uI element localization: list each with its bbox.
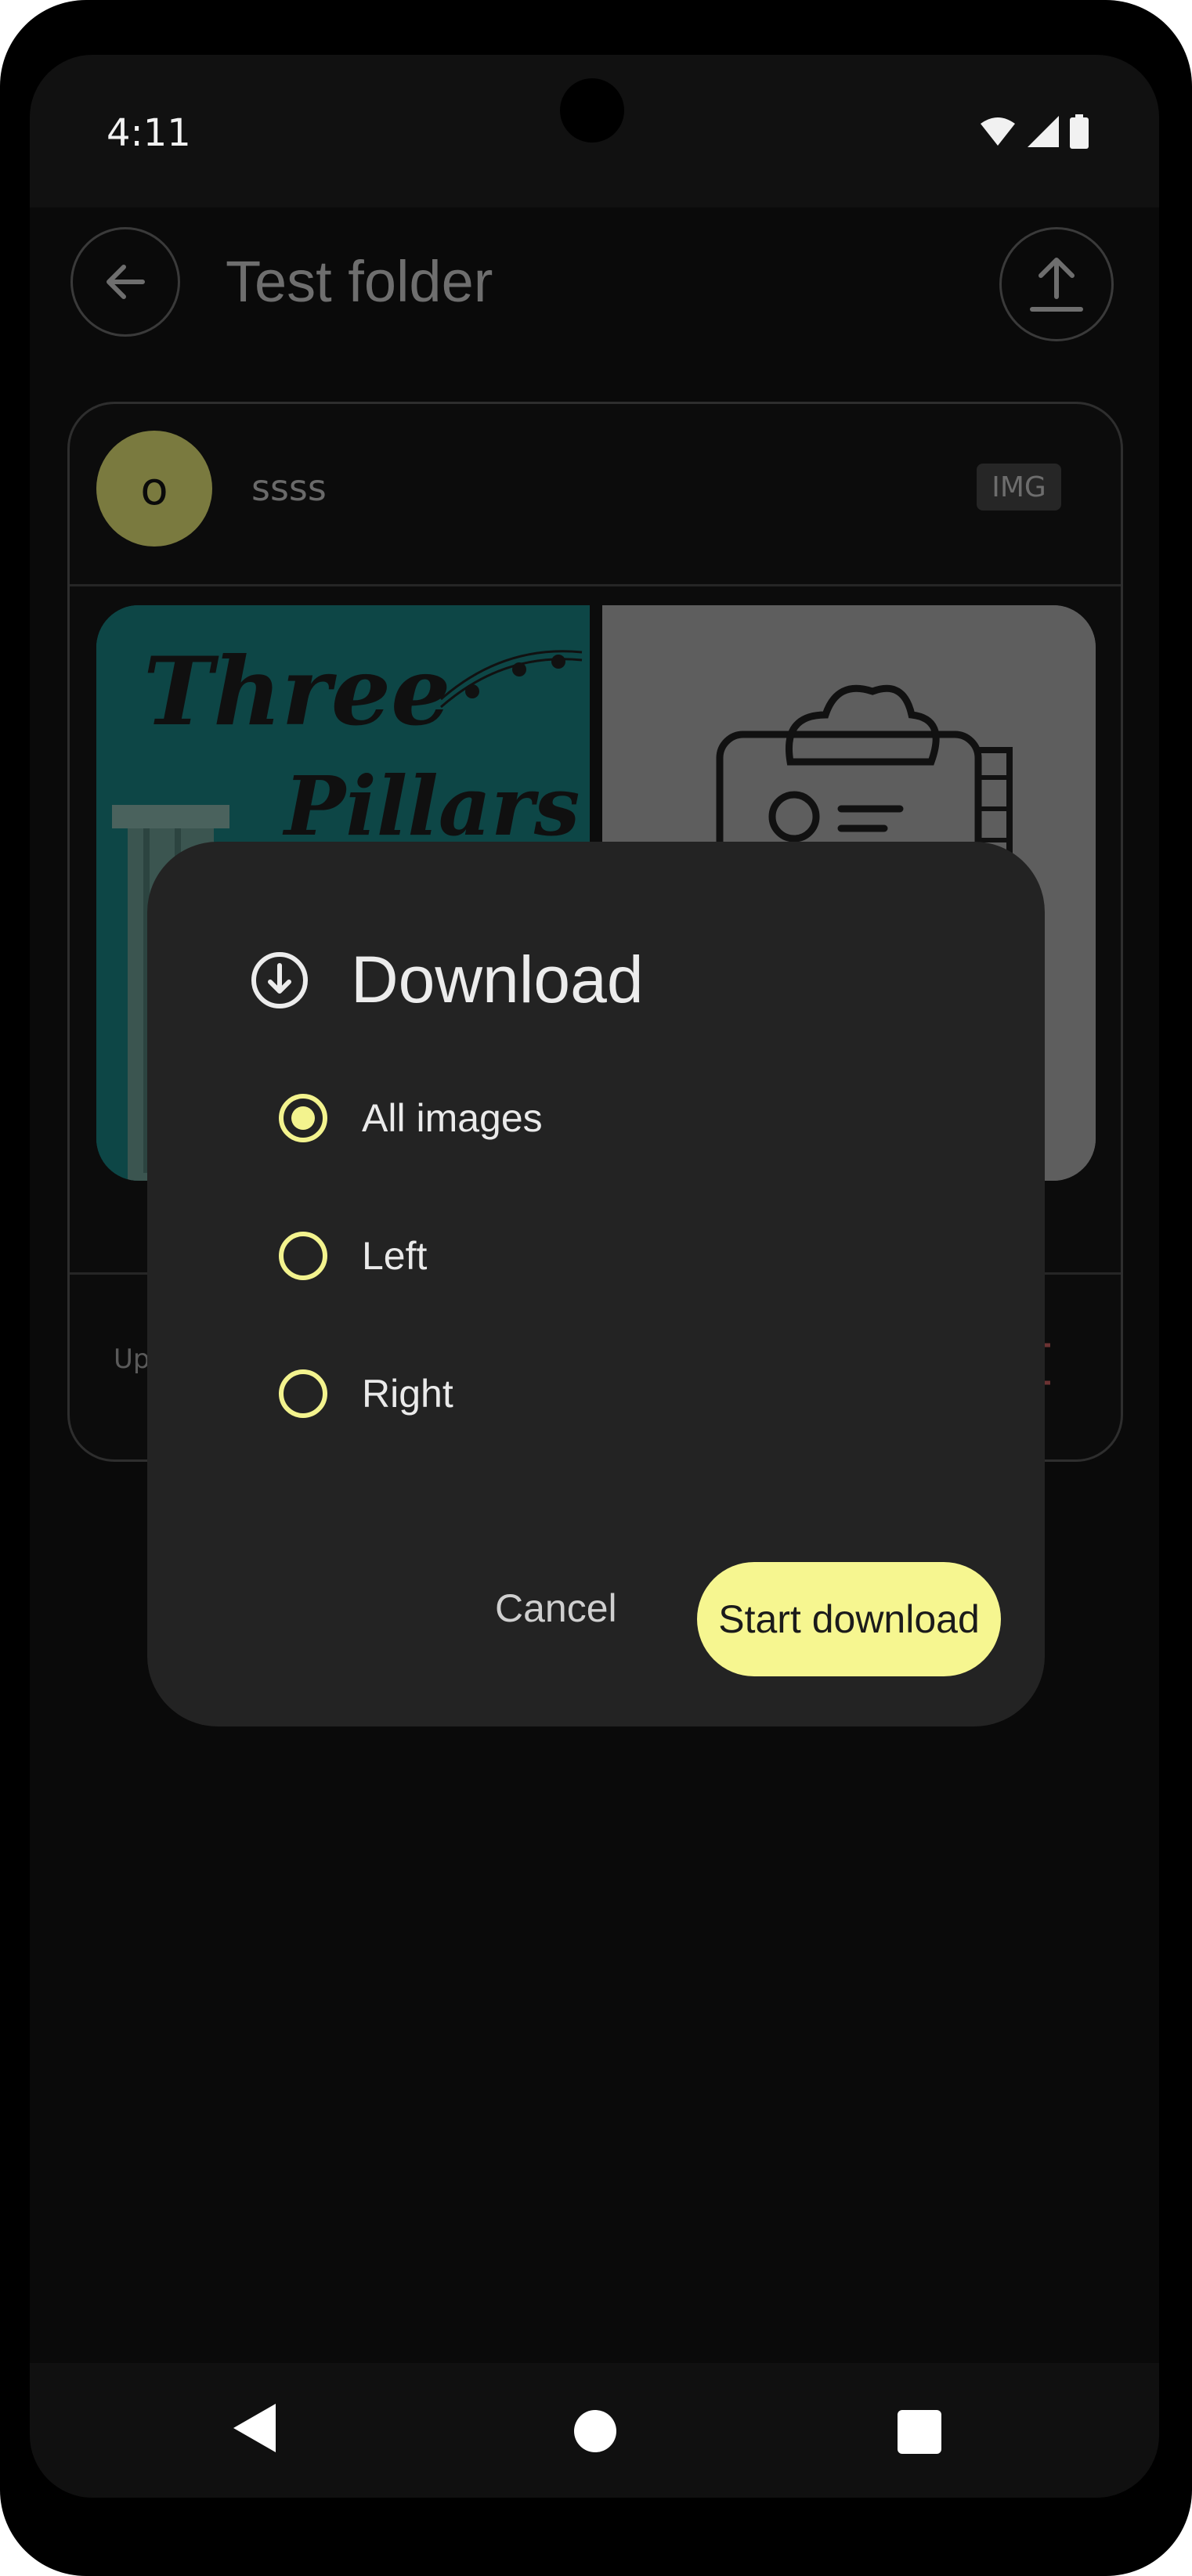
download-dialog: Download All images Left Right Cancel St… <box>147 842 1045 1726</box>
artwork-text-pillars: Pillars <box>284 758 580 854</box>
cell-signal-icon <box>1028 116 1059 147</box>
option-label: All images <box>362 1096 543 1140</box>
option-left[interactable]: Left <box>279 1232 427 1280</box>
artwork-text-three: Three <box>143 637 451 747</box>
option-label: Right <box>362 1372 453 1416</box>
avatar: o <box>96 431 212 547</box>
option-right[interactable]: Right <box>279 1369 453 1418</box>
card-header: o ssss IMG <box>70 404 1121 586</box>
download-circle-icon <box>251 951 308 1008</box>
status-time: 4:11 <box>107 111 191 155</box>
status-icons <box>979 114 1089 149</box>
upload-button[interactable] <box>999 227 1114 341</box>
app-bar: Test folder <box>30 207 1159 341</box>
option-all-images[interactable]: All images <box>279 1094 543 1142</box>
card-name: ssss <box>251 467 327 509</box>
upload-icon <box>1030 258 1083 312</box>
status-bar: 4:11 <box>30 55 1159 207</box>
card-footer-text: Up <box>114 1344 150 1375</box>
device-frame: 4:11 Test folder o ssss IMG Three Pillar… <box>0 0 1192 2576</box>
start-download-button[interactable]: Start download <box>697 1562 1001 1676</box>
option-label: Left <box>362 1234 428 1278</box>
dialog-title: Download <box>351 943 644 1016</box>
screen: 4:11 Test folder o ssss IMG Three Pillar… <box>30 55 1159 2498</box>
radio-selected-dot <box>291 1106 315 1130</box>
dialog-header: Download <box>249 942 644 1018</box>
type-badge: IMG <box>977 464 1061 511</box>
radio-right[interactable] <box>279 1369 327 1418</box>
arrow-left-icon <box>107 265 145 299</box>
cancel-button[interactable]: Cancel <box>486 1578 627 1639</box>
radio-all-images[interactable] <box>279 1094 327 1142</box>
back-button[interactable] <box>70 227 180 337</box>
radio-left[interactable] <box>279 1232 327 1280</box>
nav-home-icon[interactable] <box>574 2410 616 2452</box>
page-title: Test folder <box>226 249 493 314</box>
wifi-icon <box>981 117 1015 146</box>
camera-cutout <box>560 78 624 143</box>
battery-icon <box>1070 114 1089 149</box>
system-nav-bar <box>30 2363 1159 2498</box>
nav-back-icon[interactable] <box>232 2402 277 2454</box>
nav-recents-icon[interactable] <box>898 2410 941 2454</box>
